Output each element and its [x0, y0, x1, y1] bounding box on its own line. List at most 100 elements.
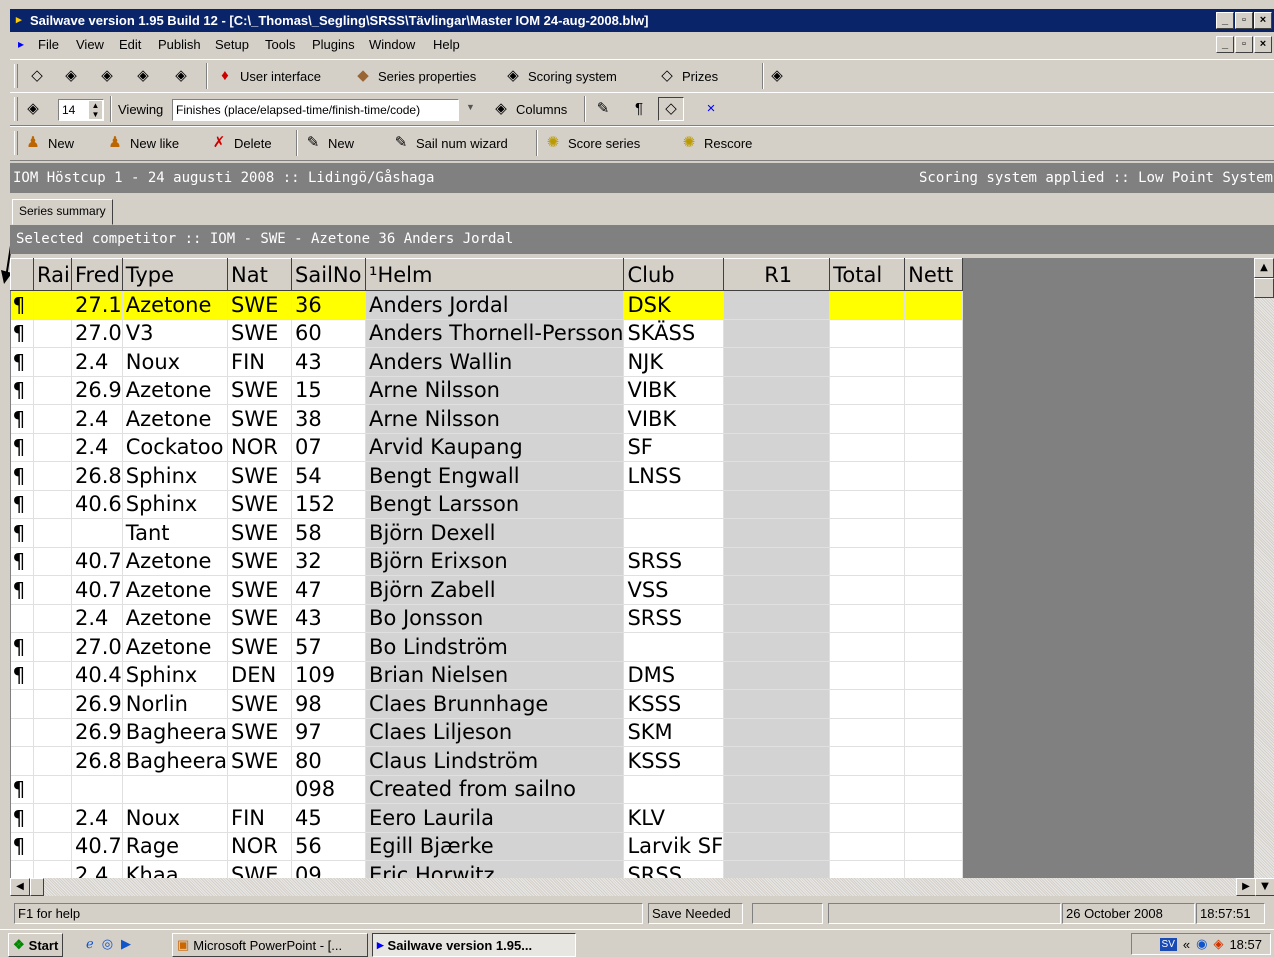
- rank-cell[interactable]: [33, 347, 72, 377]
- taskbar-powerpoint[interactable]: ▣ Microsoft PowerPoint - [...: [172, 933, 368, 957]
- total-cell[interactable]: [829, 490, 906, 519]
- r1-cell[interactable]: [723, 632, 831, 662]
- col-sailno-header[interactable]: SailNo: [291, 258, 367, 291]
- window-title-bar[interactable]: ▸ Sailwave version 1.95 Build 12 - [C:\_…: [10, 9, 1274, 32]
- table-row[interactable]: ¶ 40.7 Azetone SWE 32 Björn Erixson SRSS: [10, 547, 964, 576]
- new-file-icon[interactable]: ◇: [28, 67, 46, 85]
- total-cell[interactable]: [829, 518, 906, 548]
- row-indicator[interactable]: ¶: [10, 775, 34, 804]
- type-cell[interactable]: Sphinx: [122, 661, 229, 690]
- menu-tools[interactable]: Tools: [265, 37, 295, 52]
- helm-cell[interactable]: Arne Nilsson: [365, 376, 625, 405]
- row-indicator[interactable]: ¶: [10, 575, 34, 605]
- sailno-cell[interactable]: 57: [291, 632, 367, 662]
- club-cell[interactable]: [623, 518, 725, 548]
- type-cell[interactable]: [122, 775, 229, 804]
- save-as-icon[interactable]: ◈: [134, 67, 152, 85]
- r1-cell[interactable]: [723, 575, 831, 605]
- sailno-cell[interactable]: 43: [291, 604, 367, 633]
- nat-cell[interactable]: SWE: [227, 604, 293, 633]
- sailno-cell[interactable]: 07: [291, 433, 367, 462]
- table-row[interactable]: ¶ 26.8 Sphinx SWE 54 Bengt Engwall LNSS: [10, 461, 964, 491]
- r1-cell[interactable]: [723, 376, 831, 405]
- sailno-cell[interactable]: 098: [291, 775, 367, 804]
- security-icon[interactable]: ◈: [1213, 936, 1223, 952]
- series-properties-button[interactable]: ◆ Series properties: [354, 67, 476, 85]
- r1-cell[interactable]: [723, 689, 831, 719]
- maximize-button[interactable]: ▫: [1235, 12, 1253, 29]
- col-total-header[interactable]: Total: [829, 258, 906, 291]
- rank-cell[interactable]: [33, 661, 72, 690]
- r1-cell[interactable]: [723, 404, 831, 434]
- fred-cell[interactable]: 26.8: [71, 461, 123, 491]
- col-rank-header[interactable]: Rai: [33, 258, 72, 291]
- helm-cell[interactable]: Björn Erixson: [365, 547, 625, 576]
- row-indicator[interactable]: ¶: [10, 461, 34, 491]
- row-indicator[interactable]: ¶: [10, 290, 34, 320]
- helm-cell[interactable]: Created from sailno: [365, 775, 625, 804]
- rank-cell[interactable]: [33, 404, 72, 434]
- helm-cell[interactable]: Claes Liljeson: [365, 718, 625, 747]
- table-row[interactable]: ¶ 27.1 Azetone SWE 36 Anders Jordal DSK: [10, 290, 964, 320]
- type-cell[interactable]: Sphinx: [122, 490, 229, 519]
- media-player-icon[interactable]: ▶: [121, 936, 131, 952]
- start-button[interactable]: ❖ Start: [8, 933, 64, 957]
- nett-cell[interactable]: [904, 832, 964, 861]
- sailno-cell[interactable]: 38: [291, 404, 367, 434]
- minimize-button[interactable]: _: [1216, 12, 1234, 29]
- club-cell[interactable]: SRSS: [623, 860, 725, 878]
- type-cell[interactable]: Azetone: [122, 604, 229, 633]
- fred-cell[interactable]: 2.4: [71, 604, 123, 633]
- row-indicator[interactable]: [10, 746, 34, 776]
- rank-cell[interactable]: [33, 376, 72, 405]
- type-cell[interactable]: Norlin: [122, 689, 229, 719]
- row-indicator[interactable]: ¶: [10, 490, 34, 519]
- row-indicator[interactable]: ¶: [10, 832, 34, 861]
- type-cell[interactable]: Tant: [122, 518, 229, 548]
- sailno-cell[interactable]: 60: [291, 319, 367, 348]
- r1-cell[interactable]: [723, 775, 831, 804]
- nett-cell[interactable]: [904, 746, 964, 776]
- close-x-icon[interactable]: ×: [702, 100, 720, 118]
- rank-cell[interactable]: [33, 746, 72, 776]
- total-cell[interactable]: [829, 775, 906, 804]
- sail-num-wizard-button[interactable]: ✎ Sail num wizard: [392, 134, 508, 152]
- col-r1-header[interactable]: R1: [723, 258, 831, 291]
- total-cell[interactable]: [829, 319, 906, 348]
- scroll-down-icon[interactable]: ▼: [1255, 878, 1274, 896]
- col-nett-header[interactable]: Nett: [904, 258, 964, 291]
- col-club-header[interactable]: Club: [623, 258, 725, 291]
- scroll-right-icon[interactable]: ▶: [1236, 878, 1256, 896]
- sailno-cell[interactable]: 09: [291, 860, 367, 878]
- fred-cell[interactable]: 2.4: [71, 347, 123, 377]
- table-row[interactable]: ¶ 27.0 V3 SWE 60 Anders Thornell-Persson SKÄSS: [10, 319, 964, 348]
- nett-cell[interactable]: [904, 689, 964, 719]
- row-indicator[interactable]: ¶: [10, 319, 34, 348]
- col-helm-header[interactable]: ¹Helm: [365, 258, 625, 291]
- taskbar-sailwave[interactable]: ▸ Sailwave version 1.95...: [372, 933, 576, 957]
- competitors-grid[interactable]: Rai Fred Type Nat SailNo ¹Helm Club R1 T…: [10, 258, 1254, 878]
- r1-cell[interactable]: [723, 518, 831, 548]
- row-indicator[interactable]: ¶: [10, 547, 34, 576]
- total-cell[interactable]: [829, 860, 906, 878]
- table-row[interactable]: ¶ 2.4 Noux FIN 45 Eero Laurila KLV: [10, 803, 964, 833]
- menu-setup[interactable]: Setup: [215, 37, 249, 52]
- rank-cell[interactable]: [33, 860, 72, 878]
- fred-cell[interactable]: 27.1: [71, 290, 123, 320]
- user-interface-button[interactable]: ♦ User interface: [216, 67, 321, 85]
- r1-cell[interactable]: [723, 803, 831, 833]
- menu-view[interactable]: View: [76, 37, 104, 52]
- nat-cell[interactable]: SWE: [227, 718, 293, 747]
- rank-cell[interactable]: [33, 461, 72, 491]
- row-indicator[interactable]: ¶: [10, 518, 34, 548]
- table-row[interactable]: ¶ Tant SWE 58 Björn Dexell: [10, 518, 964, 548]
- doc-icon[interactable]: ▸: [18, 37, 24, 51]
- sailno-cell[interactable]: 56: [291, 832, 367, 861]
- menu-publish[interactable]: Publish: [158, 37, 201, 52]
- col-type-header[interactable]: Type: [121, 258, 229, 291]
- rank-cell[interactable]: [33, 319, 72, 348]
- eraser-icon[interactable]: ◇: [658, 97, 684, 121]
- type-cell[interactable]: V3: [122, 319, 229, 348]
- type-cell[interactable]: Khaa: [122, 860, 229, 878]
- row-indicator[interactable]: ¶: [10, 347, 34, 377]
